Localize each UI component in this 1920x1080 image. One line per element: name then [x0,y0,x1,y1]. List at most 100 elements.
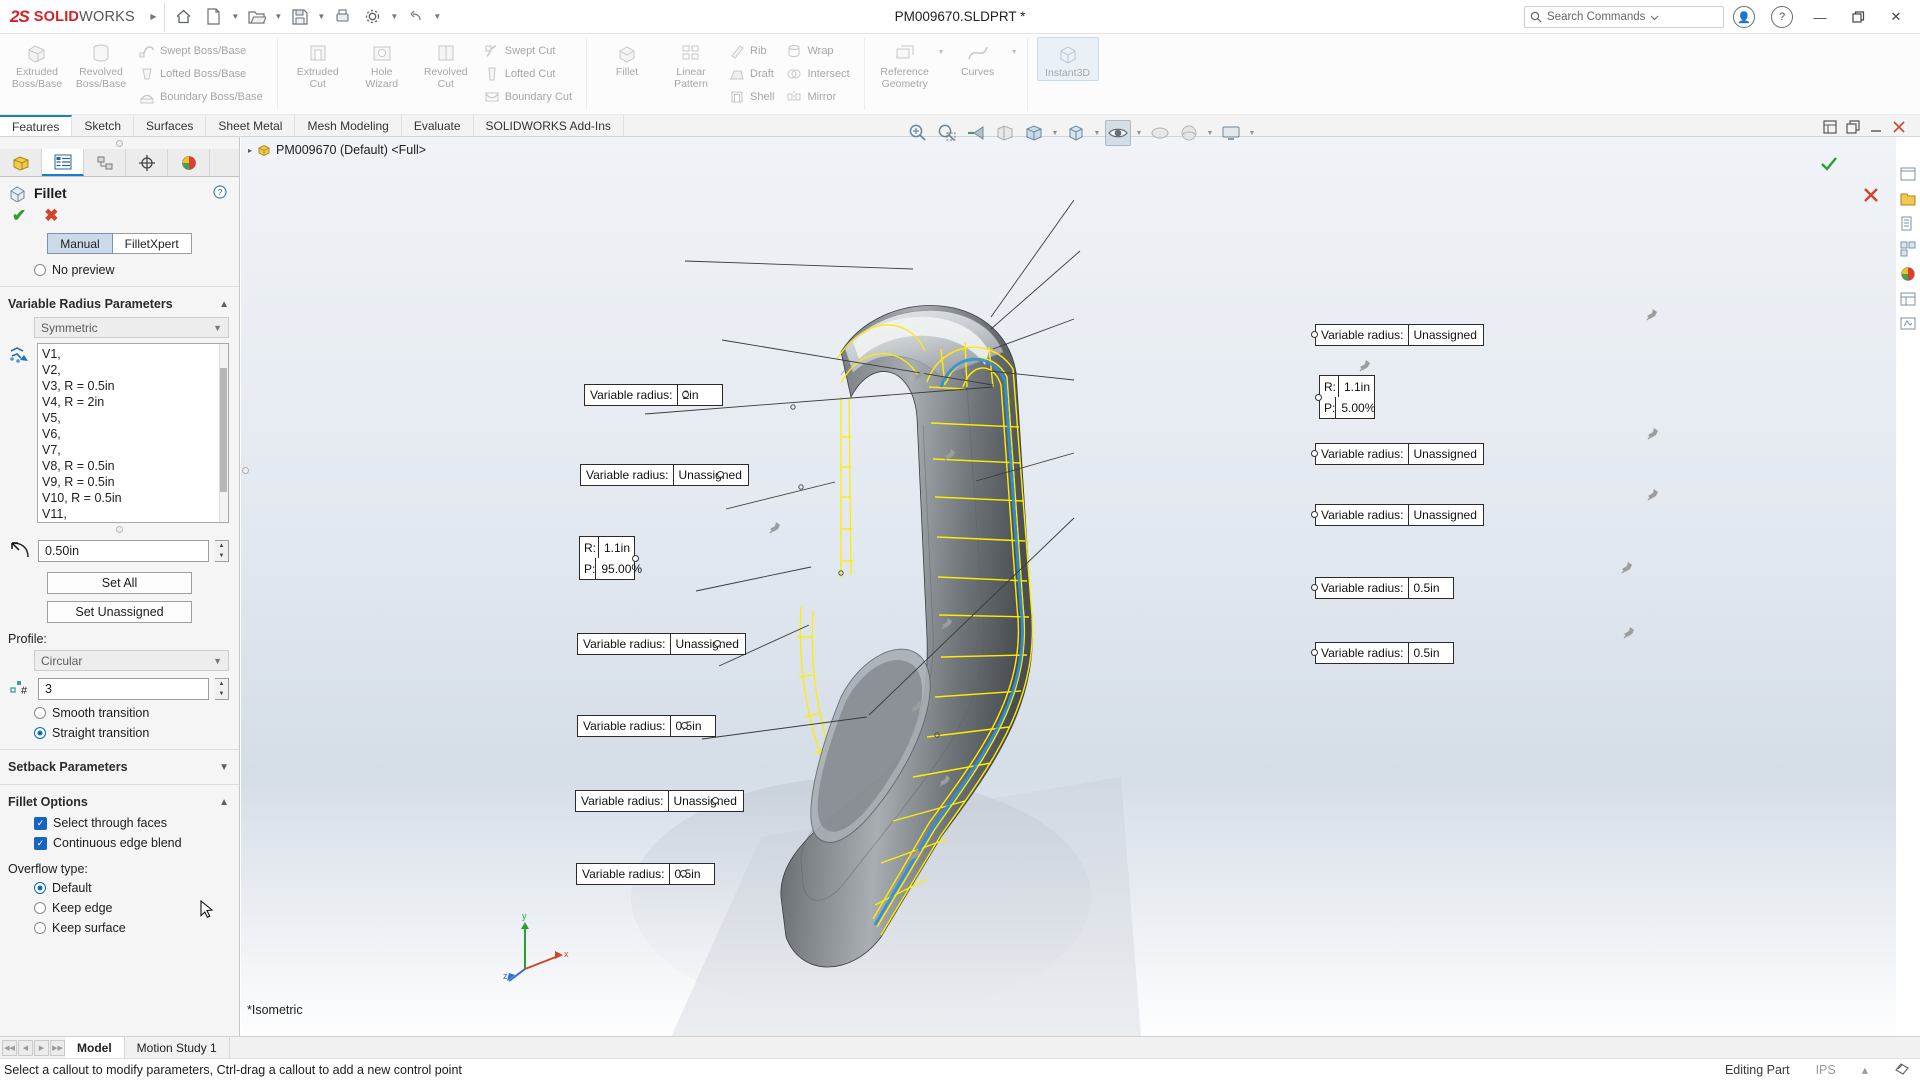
new-document-caret-icon[interactable]: ▼ [229,3,242,31]
tab-evaluate[interactable]: Evaluate [402,115,474,136]
next-icon[interactable]: ▶ [34,1039,49,1056]
list-item[interactable]: V1, [42,346,228,362]
file-explorer-icon[interactable] [1898,214,1918,234]
lofted-boss-base-button[interactable]: Lofted Boss/Base [134,63,268,84]
callout-value[interactable]: Unassigned [1409,505,1483,525]
set-unassigned-button[interactable]: Set Unassigned [47,601,192,623]
intersect-button[interactable]: Intersect [781,63,854,84]
callout-value[interactable]: Unassigned [671,634,745,654]
list-item[interactable]: V4, R = 2in [42,394,228,410]
panel-resize-dot[interactable] [242,467,249,474]
view-settings-caret-icon[interactable]: ▼ [1247,130,1257,137]
callout-variable-radius[interactable]: Variable radius: Unassigned [1315,324,1484,346]
callout-variable-radius[interactable]: Variable radius: Unassigned [1315,504,1484,526]
pin-icon[interactable] [939,773,953,787]
stepper-down-icon[interactable]: ▼ [215,689,228,699]
callout-variable-radius[interactable]: Variable radius: Unassigned [1315,443,1484,465]
pin-icon[interactable] [944,447,958,461]
wrap-button[interactable]: Wrap [781,40,854,61]
list-item[interactable]: V8, R = 0.5in [42,458,228,474]
chevron-down-icon[interactable]: ▼ [213,656,222,666]
zoom-to-fit-icon[interactable] [905,120,931,146]
display-style-icon[interactable] [1063,120,1089,146]
save-caret-icon[interactable]: ▼ [315,3,328,31]
view-orientation-caret-icon[interactable]: ▼ [1050,130,1060,137]
setback-parameters-section-header[interactable]: Setback Parameters ▼ [0,756,239,778]
close-window-icon[interactable] [1892,120,1906,137]
straight-transition-radio[interactable] [34,727,46,739]
pin-icon[interactable] [909,847,923,861]
lofted-cut-button[interactable]: Lofted Cut [479,63,577,84]
pin-icon[interactable] [941,616,955,630]
undo-caret-icon[interactable]: ▼ [431,3,444,31]
set-all-button[interactable]: Set All [47,572,192,594]
callout-value[interactable]: 0.5in [1409,643,1453,663]
list-item[interactable]: V7, [42,442,228,458]
hole-wizard-button[interactable]: Hole Wizard [351,37,413,90]
callout-anchor[interactable] [681,722,688,729]
draft-button[interactable]: Draft [724,63,779,84]
first-icon[interactable]: ◀◀ [2,1039,17,1056]
continuous-edge-blend-option[interactable]: ✓ Continuous edge blend [0,833,239,853]
filletxpert-mode-button[interactable]: FilletXpert [112,233,192,254]
extruded-cut-button[interactable]: Extruded Cut [287,37,349,90]
dimxpert-manager-tab[interactable] [126,149,168,176]
swept-cut-button[interactable]: Swept Cut [479,40,577,61]
list-item[interactable]: P1. R = 1.1in [42,522,228,523]
curves-button[interactable]: Curves [947,37,1009,79]
overflow-default-radio[interactable] [34,882,46,894]
radius-input[interactable]: 0.50in [38,540,209,562]
select-through-faces-checkbox[interactable]: ✓ [34,816,47,830]
close-button[interactable]: ✕ [1878,2,1914,32]
callout-value[interactable]: Unassigned [669,791,743,811]
callout-anchor[interactable] [1311,450,1318,457]
fillet-options-section-header[interactable]: Fillet Options ▲ [0,791,239,813]
confirm-corner-cancel-icon[interactable] [1862,186,1880,204]
feature-tree-root[interactable]: ▸ PM009670 (Default) <Full> [248,143,426,157]
display-manager-tab[interactable] [168,149,210,176]
callout-value[interactable]: Unassigned [1409,325,1483,345]
control-point-count-input[interactable]: 3 [38,678,209,700]
cancel-button[interactable]: ✖ [44,207,58,224]
tile-icon[interactable] [1823,120,1837,137]
callout-anchor[interactable] [717,471,724,478]
panel-collapse-handle[interactable] [0,137,239,149]
radius-stepper[interactable]: ▲ ▼ [215,540,229,562]
mirror-button[interactable]: Mirror [781,86,854,107]
callout-value[interactable]: 0.5in [671,716,715,736]
previous-view-icon[interactable] [963,120,989,146]
callout-anchor[interactable] [1311,511,1318,518]
pin-icon[interactable] [1647,487,1661,501]
callout-value[interactable]: Unassigned [674,465,748,485]
no-preview-radio[interactable] [34,264,46,276]
help-icon[interactable]: ? [213,184,227,202]
callout-percent-value[interactable]: 95.00% [596,562,642,576]
undo-icon[interactable] [401,3,431,31]
pin-icon[interactable] [1646,307,1660,321]
tab-sketch[interactable]: Sketch [72,115,135,136]
edit-appearance-icon[interactable] [1147,120,1173,146]
chevron-down-icon[interactable]: ▼ [219,762,229,773]
callout-percent-value[interactable]: 5.00% [1336,401,1375,415]
ok-button[interactable]: ✔ [12,207,26,224]
boundary-boss-base-button[interactable]: Boundary Boss/Base [134,86,268,107]
callout-radius-value[interactable]: 1.1in [599,541,630,555]
reference-geometry-caret-icon[interactable]: ▼ [938,49,945,56]
callout-radius-percent[interactable]: R: 1.1in P: 95.00% [579,536,642,580]
tab-surfaces[interactable]: Surfaces [134,115,207,136]
pin-icon[interactable] [769,520,783,534]
profile-type-dropdown[interactable]: Circular ▼ [34,650,229,671]
callout-anchor[interactable] [680,870,687,877]
tab-motion-study-1[interactable]: Motion Study 1 [125,1037,230,1058]
restore-window-icon[interactable] [1846,120,1860,137]
continuous-edge-blend-checkbox[interactable]: ✓ [34,836,47,850]
callout-anchor[interactable] [714,640,721,647]
callout-value[interactable]: Unassigned [1409,444,1483,464]
feature-manager-tab[interactable] [0,149,42,176]
viewport-left-divider[interactable] [241,137,250,1045]
previous-icon[interactable]: ◀ [18,1039,33,1056]
options-caret-icon[interactable]: ▼ [388,3,401,31]
list-item[interactable]: V10, R = 0.5in [42,490,228,506]
callout-variable-radius[interactable]: Variable radius: 0.5in [1315,577,1454,599]
zoom-to-area-icon[interactable] [934,120,960,146]
